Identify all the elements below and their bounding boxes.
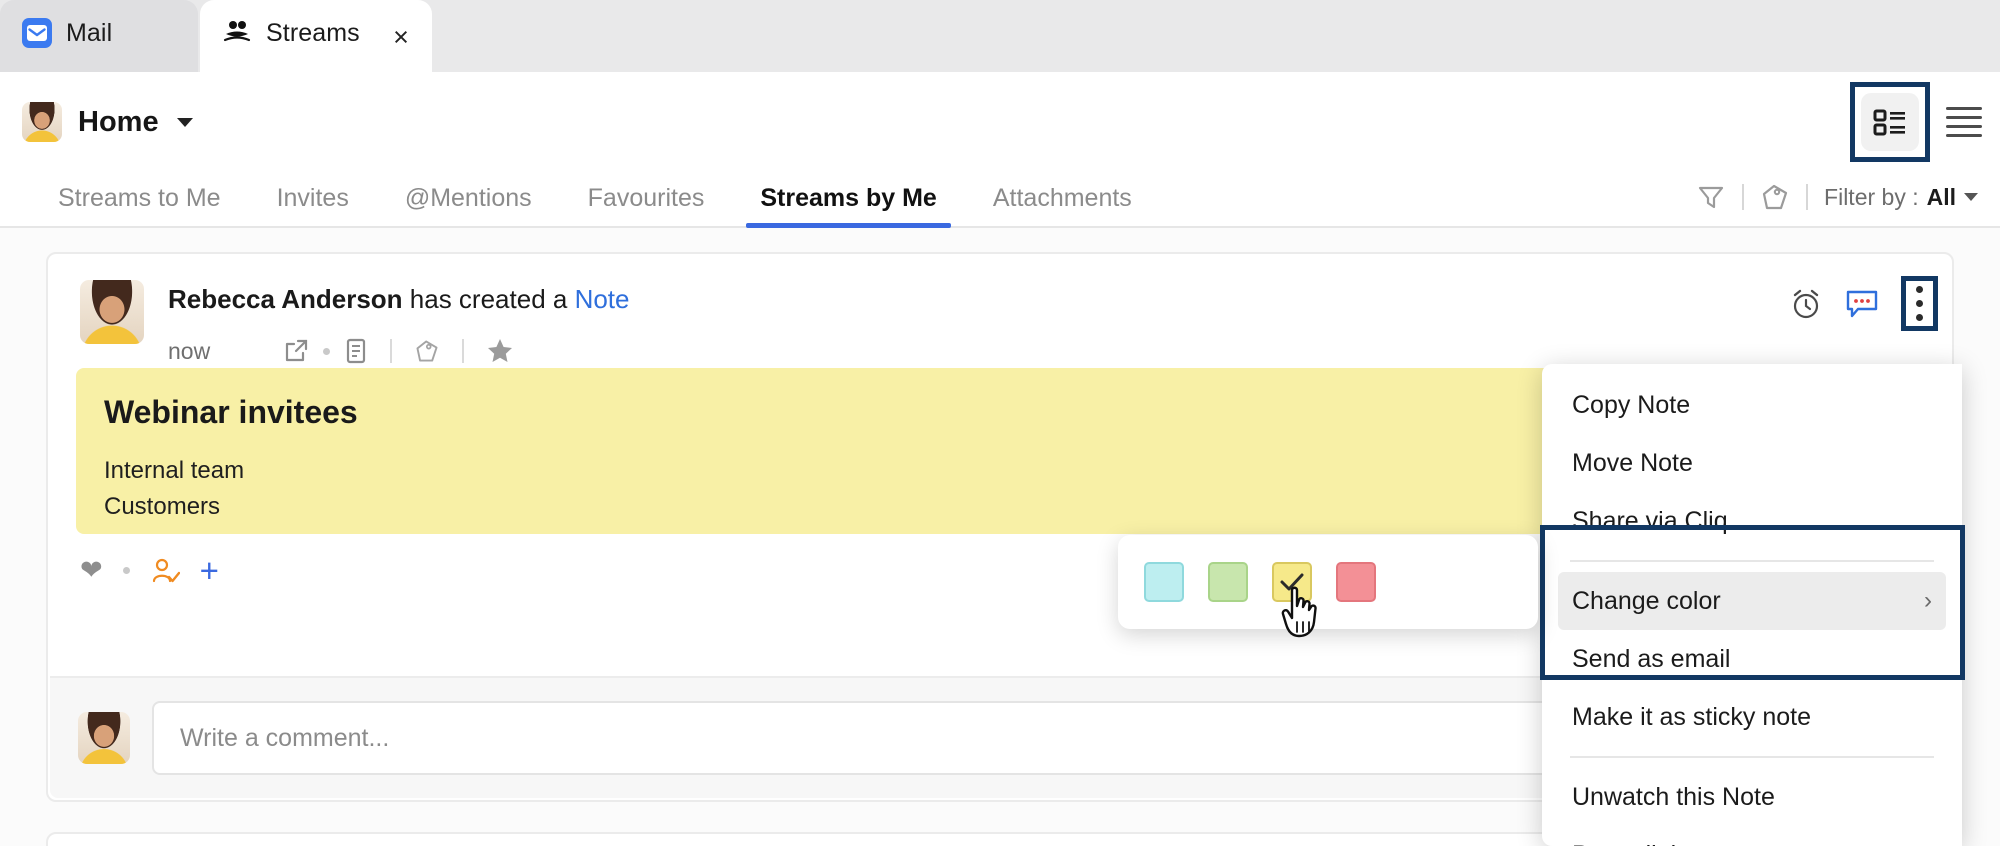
menu-item-unwatch-note[interactable]: Unwatch this Note — [1542, 768, 1962, 826]
post-actions — [1789, 276, 1938, 331]
pointer-hand-cursor — [1278, 586, 1324, 640]
tab-favourites[interactable]: Favourites — [588, 184, 705, 226]
menu-item-label: Change color — [1572, 587, 1721, 616]
avatar — [22, 102, 62, 142]
alarm-clock-icon[interactable] — [1789, 287, 1823, 321]
browser-tab-mail[interactable]: Mail — [0, 0, 198, 72]
filter-by-label: Filter by : — [1824, 184, 1919, 211]
page-title: Home — [78, 106, 159, 139]
separator-dot — [123, 567, 130, 574]
document-icon[interactable] — [344, 338, 368, 364]
menu-item-move-note[interactable]: Move Note — [1542, 434, 1962, 492]
chevron-right-icon: › — [1924, 587, 1932, 615]
menu-divider — [1570, 756, 1934, 758]
nav-tabs: Streams to Me Invites @Mentions Favourit… — [0, 172, 2000, 228]
comment-bubble-icon[interactable] — [1845, 288, 1879, 320]
post-object-link[interactable]: Note — [575, 284, 630, 314]
menu-divider — [1570, 560, 1934, 562]
divider — [1806, 184, 1808, 210]
filter-by-dropdown[interactable]: Filter by : All — [1824, 184, 1978, 211]
post-meta-icons — [283, 337, 514, 365]
chevron-down-icon — [177, 118, 193, 127]
app-header: Home — [0, 72, 2000, 172]
menu-item-copy-note[interactable]: Copy Note — [1542, 376, 1962, 434]
list-view-button[interactable] — [1861, 93, 1919, 151]
home-dropdown[interactable]: Home — [22, 102, 193, 142]
tab-invites[interactable]: Invites — [277, 184, 349, 226]
context-menu: Copy Note Move Note Share via Cliq Chang… — [1542, 364, 1962, 846]
browser-tab-label: Mail — [66, 19, 112, 48]
streams-app: Mail Streams × Home — [0, 0, 2000, 846]
post-author: Rebecca Anderson — [168, 284, 403, 314]
color-swatch-green[interactable] — [1208, 562, 1248, 602]
tag-icon[interactable] — [1760, 182, 1790, 212]
tab-streams-by-me[interactable]: Streams by Me — [760, 184, 936, 226]
streams-icon — [222, 20, 252, 46]
browser-tab-strip: Mail Streams × — [0, 0, 2000, 72]
browser-tab-label: Streams — [266, 19, 360, 48]
view-toggle-highlight — [1850, 82, 1930, 162]
menu-item-share-via-cliq[interactable]: Share via Cliq — [1542, 492, 1962, 550]
separator-dot — [323, 348, 330, 355]
post-meta: now — [168, 337, 629, 365]
list-view-icon — [1873, 107, 1907, 137]
more-options-button[interactable] — [1916, 286, 1923, 321]
external-link-icon[interactable] — [283, 338, 309, 364]
post-title: Rebecca Anderson has created a Note — [168, 280, 629, 315]
heart-icon[interactable]: ❤ — [80, 557, 103, 584]
divider — [390, 339, 392, 363]
color-swatch-blue[interactable] — [1144, 562, 1184, 602]
menu-item-change-color[interactable]: Change color › — [1558, 572, 1946, 630]
star-icon[interactable] — [486, 337, 514, 365]
header-actions — [1850, 82, 2000, 162]
funnel-icon[interactable] — [1696, 182, 1726, 212]
avatar — [78, 712, 130, 764]
plus-icon[interactable]: + — [200, 554, 219, 587]
post-footer-actions: ❤ + — [80, 554, 219, 587]
tab-streams-to-me[interactable]: Streams to Me — [58, 184, 221, 226]
tab-mentions[interactable]: @Mentions — [405, 184, 532, 226]
assign-user-icon[interactable] — [150, 556, 180, 586]
avatar — [80, 280, 144, 344]
mail-icon — [22, 18, 52, 48]
divider — [462, 339, 464, 363]
post-header: Rebecca Anderson has created a Note now — [48, 254, 1952, 365]
nav-filter-controls: Filter by : All — [1696, 182, 2000, 226]
tag-icon[interactable] — [414, 338, 440, 364]
color-picker-popup — [1118, 535, 1538, 629]
more-options-highlight — [1901, 276, 1938, 331]
color-swatch-red[interactable] — [1336, 562, 1376, 602]
close-icon[interactable]: × — [388, 24, 414, 50]
tab-attachments[interactable]: Attachments — [993, 184, 1132, 226]
filter-by-value: All — [1927, 184, 1956, 211]
menu-item-permalink[interactable]: Permalink — [1542, 826, 1962, 846]
menu-item-send-as-email[interactable]: Send as email — [1542, 630, 1962, 688]
chevron-down-icon — [1964, 193, 1978, 201]
browser-tab-streams[interactable]: Streams × — [200, 0, 432, 72]
divider — [1742, 184, 1744, 210]
post-action-text: has created a — [403, 284, 575, 314]
hamburger-menu-icon[interactable] — [1946, 107, 1982, 137]
menu-item-make-sticky-note[interactable]: Make it as sticky note — [1542, 688, 1962, 746]
post-timestamp: now — [168, 338, 283, 365]
